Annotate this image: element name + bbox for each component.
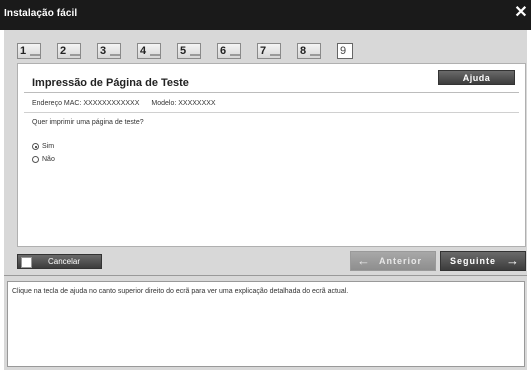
question-text: Quer imprimir uma página de teste? [32,119,144,126]
step-2: 2 [57,43,81,59]
arrow-left-icon: ← [357,253,370,268]
step-9: 9 [337,43,353,59]
previous-label: Anterior [379,256,423,266]
divider [24,92,519,93]
radio-no-label: Não [42,156,55,163]
next-label: Seguinte [450,256,497,266]
divider [24,112,519,113]
help-button[interactable]: Ajuda [438,70,515,85]
model-name: Modelo: XXXXXXXX [151,100,216,107]
arrow-right-icon: → [506,253,519,268]
step-3: 3 [97,43,121,59]
step-1: 1 [17,43,41,59]
cancel-button[interactable]: Cancelar [17,254,102,269]
help-text: Clique na tecla de ajuda no canto superi… [12,288,349,295]
cancel-label: Cancelar [48,257,81,266]
radio-yes-label: Sim [42,143,55,150]
mac-address: Endereço MAC: XXXXXXXXXXXX [32,100,140,107]
radio-selected-icon[interactable] [32,143,39,150]
device-info: Endereço MAC: XXXXXXXXXXXX Modelo: XXXXXX… [32,100,216,107]
next-button[interactable]: Seguinte → [440,251,526,271]
step-6: 6 [217,43,241,59]
previous-button[interactable]: ← Anterior [350,251,436,271]
step-4: 4 [137,43,161,59]
divider [4,275,527,276]
checkbox-icon [21,257,32,268]
title-bar: Instalação fácil ✕ [0,0,531,30]
close-icon[interactable]: ✕ [513,4,529,22]
help-text-box: Clique na tecla de ajuda no canto superi… [7,281,525,367]
window-title: Instalação fácil [4,8,78,19]
radio-unselected-icon[interactable] [32,156,39,163]
step-8: 8 [297,43,321,59]
step-5: 5 [177,43,201,59]
content-panel: Impressão de Página de Teste Ajuda Ender… [17,63,526,247]
page-title: Impressão de Página de Teste [32,77,189,89]
step-7: 7 [257,43,281,59]
